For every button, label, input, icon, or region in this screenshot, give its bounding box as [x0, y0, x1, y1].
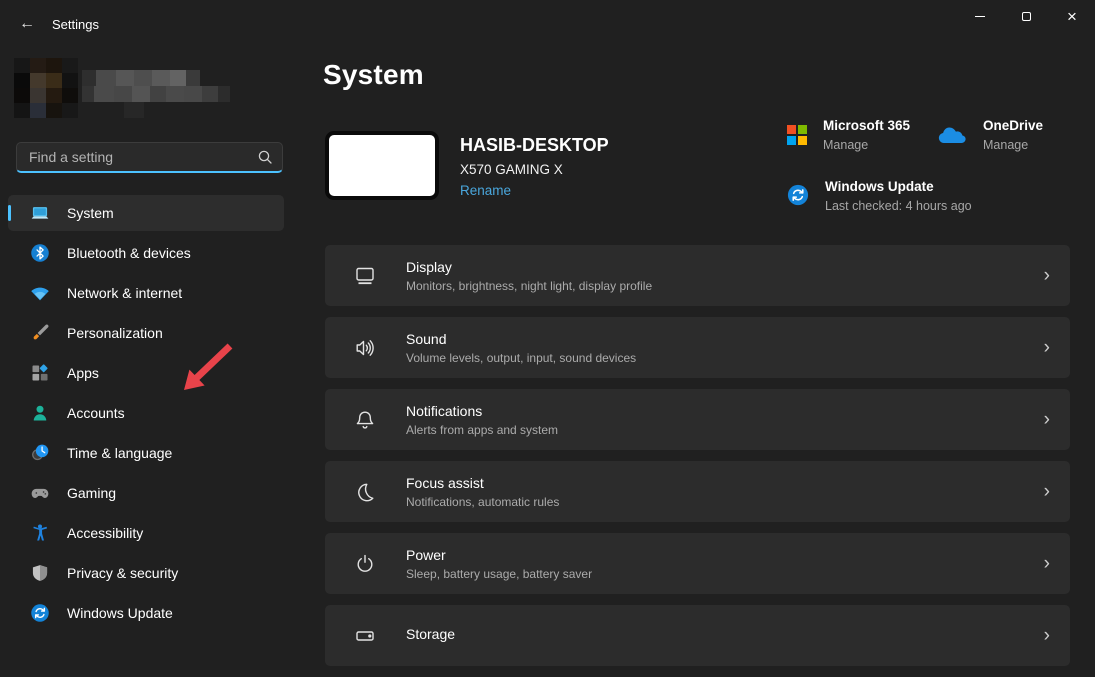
microsoft-logo-icon — [787, 125, 807, 145]
sidebar-item-system[interactable]: System — [8, 195, 284, 231]
apps-icon — [30, 363, 50, 383]
update-icon — [30, 603, 50, 623]
minimize-button[interactable] — [957, 0, 1003, 33]
window-title: Settings — [52, 17, 99, 32]
sidebar-item-label: Windows Update — [67, 605, 173, 621]
row-subtitle: Monitors, brightness, night light, displ… — [406, 279, 652, 293]
sidebar-nav: System Bluetooth & devices Network & int… — [8, 195, 284, 635]
settings-row-storage[interactable]: Storage › — [325, 605, 1070, 666]
sidebar-item-apps[interactable]: Apps — [8, 355, 284, 391]
gamepad-icon — [30, 483, 50, 503]
sidebar-item-label: Privacy & security — [67, 565, 178, 581]
sidebar-item-label: Network & internet — [67, 285, 182, 301]
card-status: Last checked: 4 hours ago — [825, 199, 972, 213]
sidebar-item-privacy-security[interactable]: Privacy & security — [8, 555, 284, 591]
sidebar-item-label: Personalization — [67, 325, 163, 341]
settings-row-power[interactable]: Power Sleep, battery usage, battery save… — [325, 533, 1070, 594]
minimize-icon — [975, 16, 985, 17]
row-title: Sound — [406, 331, 636, 347]
sidebar-item-network-internet[interactable]: Network & internet — [8, 275, 284, 311]
row-subtitle: Notifications, automatic rules — [406, 495, 559, 509]
maximize-button[interactable] — [1003, 0, 1049, 33]
settings-list: Display Monitors, brightness, night ligh… — [325, 245, 1070, 677]
close-button[interactable]: × — [1049, 0, 1095, 33]
bluetooth-icon — [30, 243, 50, 263]
card-action: Manage — [823, 138, 910, 152]
clock-globe-icon — [30, 443, 50, 463]
card-title: Windows Update — [825, 179, 972, 194]
sidebar-item-windows-update[interactable]: Windows Update — [8, 595, 284, 631]
display-icon — [353, 264, 377, 288]
sidebar-item-label: Accounts — [67, 405, 125, 421]
system-icon — [30, 203, 50, 223]
avatar — [14, 58, 78, 118]
chevron-right-icon: › — [1044, 266, 1050, 285]
sidebar-item-accessibility[interactable]: Accessibility — [8, 515, 284, 551]
settings-row-display[interactable]: Display Monitors, brightness, night ligh… — [325, 245, 1070, 306]
moon-icon — [353, 480, 377, 504]
sidebar-item-bluetooth-devices[interactable]: Bluetooth & devices — [8, 235, 284, 271]
accessibility-person-icon — [30, 523, 50, 543]
chevron-right-icon: › — [1044, 626, 1050, 645]
chevron-right-icon: › — [1044, 338, 1050, 357]
windows-update-icon — [787, 184, 809, 213]
sidebar-item-label: System — [67, 205, 114, 221]
chevron-right-icon: › — [1044, 554, 1050, 573]
row-title: Focus assist — [406, 475, 559, 491]
main-content: System HASIB-DESKTOP X570 GAMING X Renam… — [325, 48, 1070, 633]
paintbrush-icon — [30, 323, 50, 343]
device-thumbnail — [325, 131, 439, 200]
onedrive-cloud-icon — [937, 125, 967, 152]
row-title: Display — [406, 259, 652, 275]
sidebar-item-label: Bluetooth & devices — [67, 245, 191, 261]
sidebar-item-label: Gaming — [67, 485, 116, 501]
person-icon — [30, 403, 50, 423]
sidebar-item-time-language[interactable]: Time & language — [8, 435, 284, 471]
row-subtitle: Volume levels, output, input, sound devi… — [406, 351, 636, 365]
rename-link[interactable]: Rename — [460, 183, 511, 198]
titlebar: ← Settings × — [0, 0, 1095, 48]
settings-row-sound[interactable]: Sound Volume levels, output, input, soun… — [325, 317, 1070, 378]
shield-icon — [30, 563, 50, 583]
chevron-right-icon: › — [1044, 482, 1050, 501]
search-icon — [257, 149, 273, 170]
settings-row-notifications[interactable]: Notifications Alerts from apps and syste… — [325, 389, 1070, 450]
storage-icon — [353, 624, 377, 648]
power-icon — [353, 552, 377, 576]
onedrive-card[interactable]: OneDrive Manage — [937, 118, 1043, 152]
device-name: HASIB-DESKTOP — [460, 135, 609, 156]
back-icon: ← — [19, 15, 35, 33]
card-title: Microsoft 365 — [823, 118, 910, 133]
page-title: System — [323, 59, 424, 91]
sidebar: System Bluetooth & devices Network & int… — [0, 48, 320, 633]
sidebar-item-label: Accessibility — [67, 525, 143, 541]
speaker-icon — [353, 336, 377, 360]
microsoft-365-card[interactable]: Microsoft 365 Manage — [787, 118, 910, 152]
chevron-right-icon: › — [1044, 410, 1050, 429]
row-subtitle: Sleep, battery usage, battery saver — [406, 567, 592, 581]
wifi-icon — [30, 283, 50, 303]
back-button[interactable]: ← — [10, 10, 44, 38]
sidebar-item-accounts[interactable]: Accounts — [8, 395, 284, 431]
row-subtitle: Alerts from apps and system — [406, 423, 558, 437]
sidebar-item-personalization[interactable]: Personalization — [8, 315, 284, 351]
user-name-redacted — [82, 70, 230, 118]
card-title: OneDrive — [983, 118, 1043, 133]
sidebar-item-label: Time & language — [67, 445, 172, 461]
card-action: Manage — [983, 138, 1043, 152]
user-account[interactable] — [14, 58, 230, 118]
device-model: X570 GAMING X — [460, 162, 609, 177]
windows-update-card[interactable]: Windows Update Last checked: 4 hours ago — [787, 179, 972, 213]
search-input[interactable] — [16, 142, 283, 173]
settings-row-focus-assist[interactable]: Focus assist Notifications, automatic ru… — [325, 461, 1070, 522]
bell-icon — [353, 408, 377, 432]
close-icon: × — [1067, 8, 1077, 25]
row-title: Notifications — [406, 403, 558, 419]
row-title: Power — [406, 547, 592, 563]
sidebar-item-gaming[interactable]: Gaming — [8, 475, 284, 511]
row-title: Storage — [406, 626, 455, 642]
sidebar-item-label: Apps — [67, 365, 99, 381]
maximize-icon — [1022, 12, 1031, 21]
